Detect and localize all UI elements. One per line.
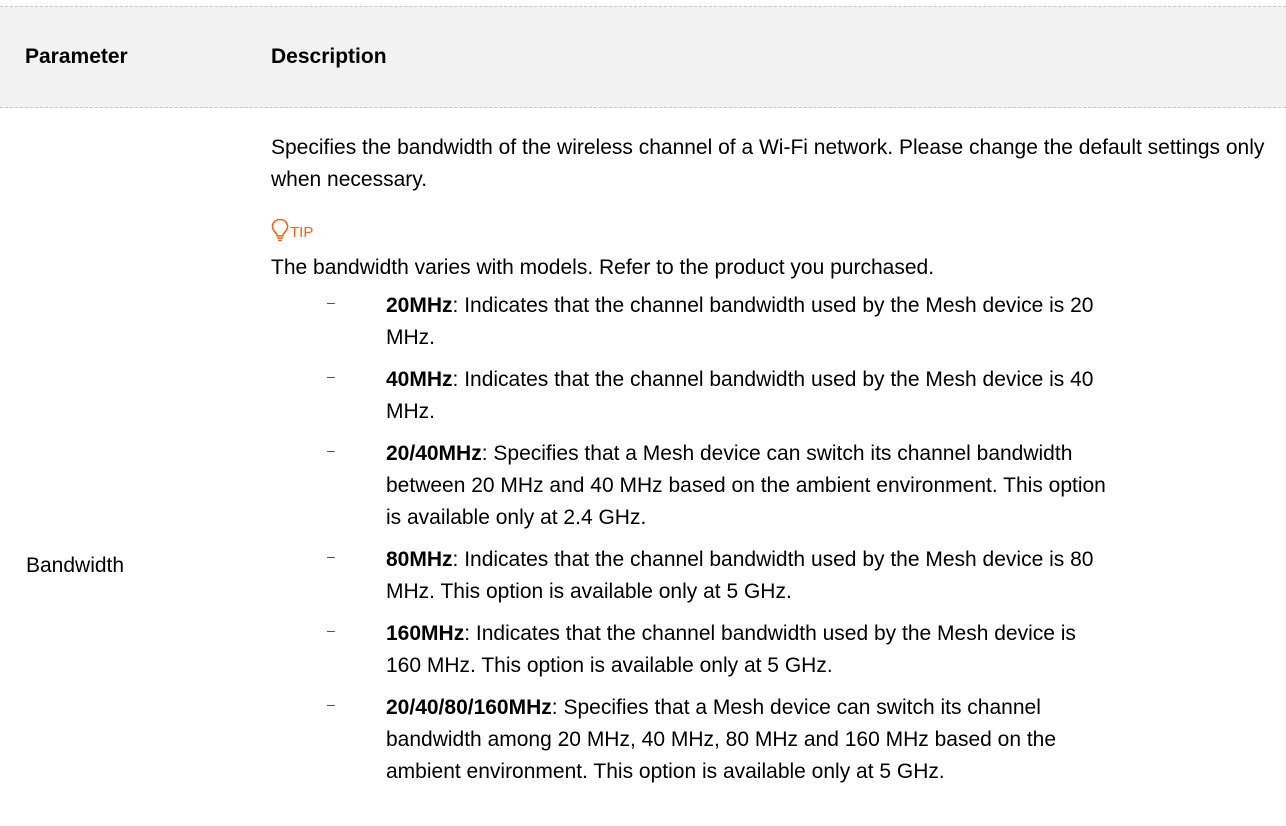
list-item: – 160MHz: Indicates that the channel band… bbox=[271, 618, 1109, 682]
option-text: : Indicates that the channel bandwidth u… bbox=[386, 294, 1094, 349]
description-intro: Specifies the bandwidth of the wireless … bbox=[271, 136, 1265, 191]
tip-label: TIP bbox=[290, 224, 314, 241]
parameter-name: Bandwidth bbox=[26, 554, 125, 577]
option-text: : Indicates that the channel bandwidth u… bbox=[386, 368, 1094, 423]
dash-bullet-icon: – bbox=[327, 548, 335, 564]
tip-text: The bandwidth varies with models. Refer … bbox=[271, 256, 935, 279]
list-item: – 20/40MHz: Specifies that a Mesh device … bbox=[271, 438, 1109, 534]
option-term: 20/40/80/160MHz bbox=[386, 696, 552, 719]
tip-box: TIP bbox=[271, 208, 1271, 242]
lightbulb-icon bbox=[271, 218, 289, 242]
dash-bullet-icon: – bbox=[327, 294, 335, 310]
list-item: –20/40/80/160MHz: Specifies that a Mesh … bbox=[271, 692, 1109, 788]
option-term: 40MHz bbox=[386, 368, 453, 391]
bandwidth-options-list: –20MHz: Indicates that the channel bandw… bbox=[271, 290, 1271, 788]
list-item: – 20MHz: Indicates that the channel bandw… bbox=[271, 290, 1109, 354]
option-text: : Specifies that a Mesh device can switc… bbox=[386, 442, 1106, 529]
description-cell: Specifies the bandwidth of the wireless … bbox=[271, 132, 1271, 798]
list-item: – 40MHz: Indicates that the channel bandw… bbox=[271, 364, 1109, 428]
table-row: Bandwidth Specifies the bandwidth of the… bbox=[0, 108, 1286, 826]
option-text: : Indicates that the channel bandwidth u… bbox=[386, 548, 1094, 603]
header-description: Description bbox=[271, 45, 387, 68]
option-term: 160MHz bbox=[386, 622, 465, 645]
table-header-row: Parameter Description bbox=[0, 6, 1286, 108]
option-term: 20/40MHz bbox=[386, 442, 482, 465]
parameter-table: Parameter Description Bandwidth Specifie… bbox=[0, 6, 1286, 826]
dash-bullet-icon: – bbox=[327, 696, 335, 712]
option-term: 20MHz bbox=[386, 294, 453, 317]
option-text: : Indicates that the channel bandwidth u… bbox=[386, 622, 1076, 677]
list-item: – 80MHz: Indicates that the channel bandw… bbox=[271, 544, 1109, 608]
dash-bullet-icon: – bbox=[327, 368, 335, 384]
header-parameter: Parameter bbox=[25, 45, 128, 68]
dash-bullet-icon: – bbox=[327, 442, 335, 458]
dash-bullet-icon: – bbox=[327, 622, 335, 638]
option-term: 80MHz bbox=[386, 548, 453, 571]
